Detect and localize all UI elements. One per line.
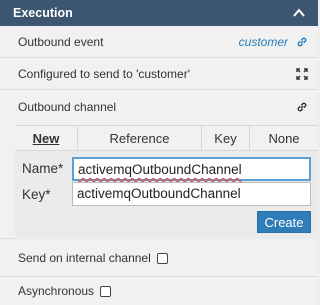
tab-new[interactable]: New [15,126,78,150]
asynchronous-label: Asynchronous [18,284,95,298]
channel-tabs: New Reference Key None [15,125,318,151]
send-internal-checkbox[interactable] [156,252,168,264]
outbound-channel-label: Outbound channel [18,100,117,114]
key-label: Key* [22,187,51,202]
create-button[interactable]: Create [257,211,311,233]
outbound-channel-section: Outbound channel New Reference Key None … [0,90,318,239]
panel-title: Execution [13,6,73,20]
name-input-value: activemqOutboundChannel [78,162,242,177]
link-icon[interactable] [296,36,308,48]
asynchronous-checkbox[interactable] [100,286,112,298]
chevron-up-icon[interactable] [292,6,306,20]
send-internal-label: Send on internal channel [18,250,151,265]
tab-key[interactable]: Key [202,126,250,150]
name-label: Name* [22,161,64,176]
name-input[interactable]: activemqOutboundChannel [72,157,311,181]
configured-text: Configured to send to 'customer' [18,66,191,81]
panel-header[interactable]: Execution [0,0,318,26]
link-icon[interactable] [296,101,308,113]
tab-reference[interactable]: Reference [78,126,202,150]
new-channel-form: Name* activemqOutboundChannel Key* activ… [15,151,318,239]
key-input-value: activemqOutboundChannel [77,186,241,201]
configured-row: Configured to send to 'customer' [0,58,318,90]
outbound-event-row: Outbound event customer [0,26,318,58]
expand-icon[interactable] [296,67,308,80]
send-internal-row: Send on internal channel [0,239,318,277]
key-input[interactable]: activemqOutboundChannel [72,182,311,206]
asynchronous-row: Asynchronous [0,277,318,305]
outbound-event-link[interactable]: customer [239,35,288,49]
tab-none[interactable]: None [250,126,318,150]
outbound-event-label: Outbound event [18,34,104,49]
